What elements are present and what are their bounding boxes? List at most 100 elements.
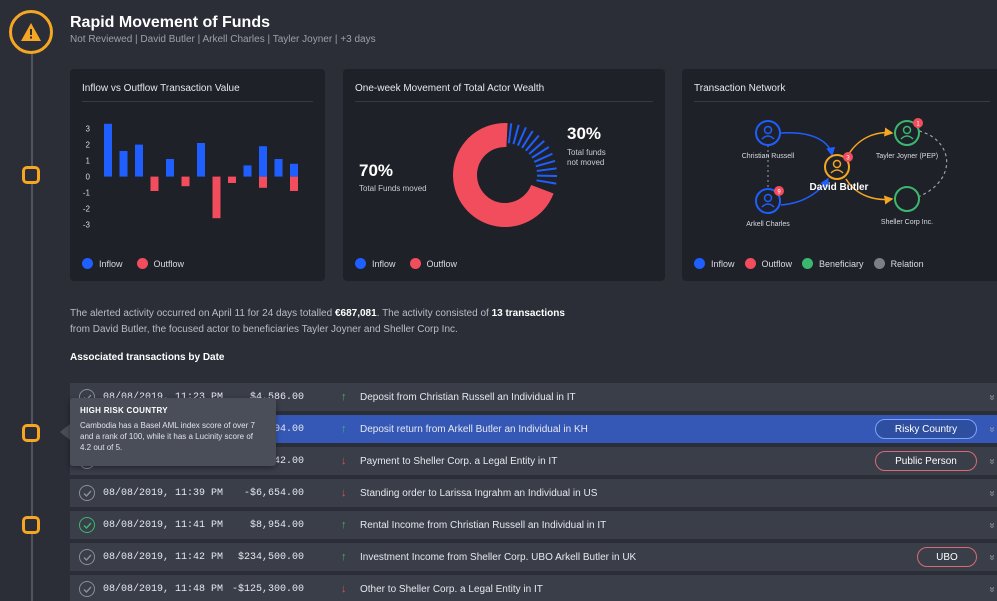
transaction-description: Investment Income from Sheller Corp. UBO…: [360, 551, 637, 563]
legend-label: Outflow: [761, 258, 793, 269]
inflow-bar: [166, 159, 174, 177]
legend-outflow: Outflow: [136, 258, 184, 269]
outflow-bar: [290, 176, 298, 191]
legend-label: Outflow: [426, 258, 458, 269]
label-david: David Butler: [810, 182, 869, 193]
not-moved-percent: 30%: [567, 124, 602, 143]
inflow-bar: [259, 146, 267, 177]
review-check-icon[interactable]: [79, 517, 95, 533]
transaction-amount: 42.00: [273, 455, 304, 467]
chart-legend: Inflow Outflow: [82, 258, 184, 269]
page-subtitle: Not Reviewed | David Butler | Arkell Cha…: [70, 34, 376, 45]
moved-percent: 70%: [359, 161, 394, 180]
outflow-bar: [181, 176, 190, 187]
inflow-dot: [694, 258, 705, 269]
label-christian: Christian Russell: [742, 153, 795, 160]
expand-icon[interactable]: »: [987, 554, 997, 560]
divider: [82, 101, 313, 102]
inflow-bar: [274, 159, 283, 177]
donut-slice-not-moved: [536, 167, 557, 172]
divider: [355, 101, 653, 102]
direction-arrow-icon: ↓: [341, 487, 347, 499]
y-tick-label: -2: [83, 205, 91, 214]
transaction-date: 08/08/2019, 11:39 PM: [103, 487, 224, 499]
timeline-node[interactable]: [22, 516, 40, 534]
card-title: Transaction Network: [694, 83, 786, 94]
tooltip-title: HIGH RISK COUNTRY: [80, 406, 168, 415]
outflow-bar: [259, 176, 267, 188]
transaction-date: 08/08/2019, 11:41 PM: [103, 519, 224, 531]
expand-icon[interactable]: »: [987, 586, 997, 592]
transaction-tag[interactable]: Public Person: [875, 451, 977, 471]
chart-legend: Inflow Outflow Beneficiary Relation: [694, 258, 924, 269]
summary-count: 13 transactions: [491, 308, 565, 319]
inflow-bar: [197, 143, 205, 177]
transaction-description: Payment to Sheller Corp. a Legal Entity …: [360, 455, 558, 467]
chart-legend: Inflow Outflow: [355, 258, 457, 269]
inflow-dot: [82, 258, 93, 269]
direction-arrow-icon: ↑: [341, 519, 347, 531]
transaction-amount: $8,954.00: [249, 519, 304, 531]
direction-arrow-icon: ↑: [341, 391, 347, 403]
transaction-description: Deposit return from Arkell Butler an Ind…: [360, 423, 588, 435]
transaction-row[interactable]: 08/08/2019, 11:41 PM $8,954.00 ↑ Rental Inc…: [70, 511, 997, 539]
inflow-bar: [104, 123, 112, 177]
outflow-dot: [409, 258, 421, 269]
timeline-node[interactable]: [22, 424, 40, 442]
expand-icon[interactable]: »: [987, 426, 997, 432]
donut-slice-not-moved: [512, 124, 520, 145]
y-tick-label: 3: [86, 125, 91, 134]
transaction-amount: -$6,654.00: [243, 487, 304, 499]
expand-icon[interactable]: »: [987, 490, 997, 496]
inflow-bar: [243, 165, 252, 177]
transaction-amount: $234,500.00: [237, 551, 304, 563]
legend-label: Beneficiary: [819, 258, 864, 269]
beneficiary-dot: [802, 258, 814, 269]
review-check-icon[interactable]: [79, 549, 95, 565]
review-check-icon[interactable]: [79, 485, 95, 501]
transaction-amount: -$125,300.00: [231, 583, 304, 595]
transaction-network-card: Transaction Network 1 3 9 Christian Russ…: [682, 69, 997, 281]
timeline-node[interactable]: [22, 166, 40, 184]
transaction-tag[interactable]: UBO: [917, 547, 977, 567]
direction-arrow-icon: ↓: [341, 583, 347, 595]
expand-icon[interactable]: »: [987, 522, 997, 528]
transaction-tag[interactable]: Risky Country: [875, 419, 977, 439]
transactions-title: Associated transactions by Date: [70, 352, 225, 363]
transaction-row[interactable]: 08/08/2019, 11:39 PM -$6,654.00 ↓ Standing …: [70, 479, 997, 507]
transaction-description: Deposit from Christian Russell an Indivi…: [360, 391, 576, 403]
legend-inflow: Inflow: [694, 258, 735, 269]
summary-text: . The activity consisted of: [376, 308, 492, 319]
legend-inflow: Inflow: [355, 258, 396, 269]
inflow-outflow-card: Inflow vs Outflow Transaction Value 3 2 1 0…: [70, 69, 325, 281]
label-sheller: Sheller Corp Inc.: [881, 219, 933, 226]
legend-inflow: Inflow: [82, 258, 123, 269]
donut-slice-not-moved: [535, 159, 556, 168]
relation-dot: [873, 258, 885, 269]
transaction-description: Standing order to Larissa Ingrahm an Ind…: [360, 487, 598, 499]
inflow-bar: [135, 144, 143, 177]
expand-icon[interactable]: »: [987, 394, 997, 400]
y-tick-label: 1: [86, 157, 91, 166]
transaction-description: Rental Income from Christian Russell an …: [360, 519, 607, 531]
transaction-date: 08/08/2019, 11:48 PM: [103, 583, 224, 595]
not-moved-label: Total funds not moved: [567, 148, 606, 168]
inflow-bar: [119, 151, 128, 177]
activity-summary: The alerted activity occurred on April 1…: [70, 306, 710, 338]
legend-label: Inflow: [99, 258, 123, 269]
node-sheller: [894, 186, 920, 212]
direction-arrow-icon: ↑: [341, 551, 347, 563]
transaction-row[interactable]: 08/08/2019, 11:48 PM -$125,300.00 ↓ Other t…: [70, 575, 997, 601]
tooltip-arrow: [60, 424, 70, 440]
risk-tooltip: HIGH RISK COUNTRY Cambodia has a Basel A…: [70, 398, 276, 466]
review-check-icon[interactable]: [79, 581, 95, 597]
outflow-dot: [136, 258, 148, 269]
y-tick-label: -3: [83, 221, 91, 230]
tooltip-body: Cambodia has a Basel AML index score of …: [80, 421, 255, 452]
network-graph: 1 3 9 Christian Russell Tayler Joyner (P…: [742, 118, 948, 228]
not-moved-label-line: not moved: [567, 158, 605, 167]
expand-icon[interactable]: »: [987, 458, 997, 464]
summary-text: The alerted activity occurred on April 1…: [70, 308, 335, 319]
legend-label: Relation: [890, 258, 924, 269]
transaction-row[interactable]: 08/08/2019, 11:42 PM $234,500.00 ↑ Investme…: [70, 543, 997, 571]
